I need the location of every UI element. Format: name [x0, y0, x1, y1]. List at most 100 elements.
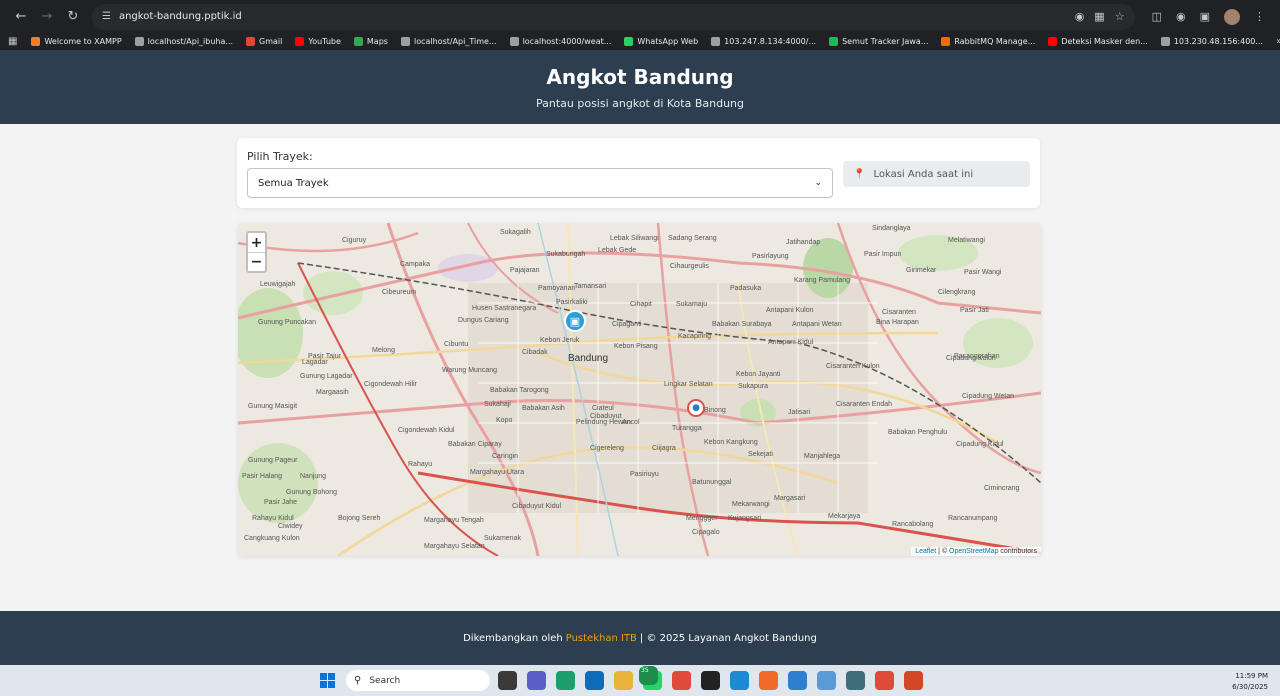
- map-place-label: Babakan Tarogong: [490, 387, 549, 394]
- site-info-icon[interactable]: ☰: [102, 11, 111, 22]
- attribution-tail: contributors: [998, 548, 1037, 555]
- bookmark-star-icon[interactable]: ☆: [1115, 10, 1125, 23]
- bookmark-item[interactable]: 103.247.8.134:4000/...: [711, 37, 816, 46]
- map-place-label: Margaasih: [316, 389, 349, 396]
- bookmark-item[interactable]: Deteksi Masker den...: [1048, 37, 1148, 46]
- teams-icon[interactable]: [527, 671, 546, 690]
- extension-globe-icon[interactable]: ◉: [1176, 10, 1186, 23]
- map-place-label: Cimincrang: [984, 485, 1020, 492]
- bookmark-favicon-icon: [400, 37, 410, 46]
- bookmark-item[interactable]: Gmail: [246, 37, 282, 46]
- terminal-icon[interactable]: [701, 671, 720, 690]
- bookmark-item[interactable]: 103.230.48.156:400...: [1160, 37, 1263, 46]
- bookmark-item[interactable]: Semut Tracker Jawa...: [829, 37, 928, 46]
- chrome-icon[interactable]: [672, 671, 691, 690]
- map-place-label: Bojong Sereh: [338, 515, 381, 522]
- map-place-label: Cipaganti: [612, 321, 642, 328]
- footer-brand-link[interactable]: Pustekhan ITB: [566, 633, 637, 644]
- translate-icon[interactable]: ▦: [1094, 10, 1104, 23]
- bookmark-item[interactable]: localhost/Api_Time...: [400, 37, 497, 46]
- bookmark-item[interactable]: Maps: [353, 37, 388, 46]
- map-place-label: Margasari: [774, 495, 806, 502]
- map-place-label: Sukabungah: [546, 251, 586, 258]
- menu-icon[interactable]: ⋮: [1254, 10, 1265, 23]
- taskbar-search-placeholder[interactable]: Search: [369, 676, 400, 686]
- chevron-down-icon[interactable]: ⌄: [814, 178, 822, 188]
- map-place-label: Binong: [704, 407, 726, 414]
- bookmark-item[interactable]: localhost/Api_ibuha...: [134, 37, 233, 46]
- notepad-icon[interactable]: [788, 671, 807, 690]
- onedrive-icon[interactable]: [817, 671, 836, 690]
- map-place-label: Pasirlayung: [752, 253, 789, 260]
- map-pin-icon: 📍: [853, 168, 866, 180]
- map-place-label: Cihaurgeulis: [670, 263, 709, 270]
- user-location-marker[interactable]: ●: [687, 399, 705, 417]
- map-place-label: Pasir Impun: [864, 251, 902, 258]
- map-place-label: Girimekar: [906, 267, 937, 274]
- map-place-label: Sukahaji: [484, 401, 511, 408]
- url-text[interactable]: angkot-bandung.pptik.id: [119, 11, 1065, 22]
- map-place-label: Cisaranten: [882, 309, 916, 316]
- postman-icon[interactable]: [759, 671, 778, 690]
- zoom-in-button[interactable]: +: [248, 233, 265, 252]
- angkot-marker[interactable]: ▣: [564, 310, 586, 332]
- outlook-icon[interactable]: [585, 671, 604, 690]
- taskbar-search[interactable]: ⚲ Search: [346, 670, 490, 691]
- whatsapp-icon[interactable]: 35: [639, 666, 662, 690]
- more-bookmarks-icon[interactable]: »: [1276, 36, 1280, 47]
- edge-icon[interactable]: [556, 671, 575, 690]
- system-clock[interactable]: 11:59 PM 6/30/2025: [1232, 671, 1268, 693]
- map-place-label: Bina Harapan: [876, 319, 919, 326]
- bookmark-label: Deteksi Masker den...: [1061, 37, 1148, 46]
- bookmark-item[interactable]: localhost:4000/weat...: [509, 37, 611, 46]
- osm-link[interactable]: OpenStreetMap: [949, 548, 998, 555]
- zoom-out-button[interactable]: −: [248, 252, 265, 271]
- route-select-value[interactable]: Semua Trayek: [258, 178, 329, 189]
- map-place-label: Babakan Penghulu: [888, 429, 948, 436]
- bookmark-item[interactable]: RabbitMQ Manage...: [941, 37, 1035, 46]
- address-bar[interactable]: ☰ angkot-bandung.pptik.id ◉ ▦ ☆: [92, 3, 1135, 30]
- map-place-label: Turangga: [672, 425, 702, 432]
- bookmark-item[interactable]: WhatsApp Web: [624, 37, 698, 46]
- forward-icon[interactable]: →: [34, 4, 60, 30]
- footer-suffix: | © 2025 Layanan Angkot Bandung: [639, 632, 817, 644]
- location-button[interactable]: 📍 Lokasi Anda saat ini: [843, 161, 1030, 187]
- split-view-icon[interactable]: ◫: [1152, 10, 1162, 23]
- map-place-label: Gunung Masigit: [248, 403, 298, 410]
- zoom-control[interactable]: + −: [246, 231, 267, 273]
- bookmark-favicon-icon: [1048, 37, 1058, 46]
- chrome-active-icon[interactable]: [875, 671, 894, 690]
- os-taskbar: ⚲ Search 35 11:59 PM 6/30/2025: [0, 665, 1280, 696]
- leaflet-link[interactable]: Leaflet: [915, 548, 936, 555]
- file-explorer-icon[interactable]: [614, 671, 633, 690]
- windows-start-icon[interactable]: [320, 673, 335, 688]
- route-select[interactable]: Semua Trayek ⌄: [247, 168, 833, 198]
- map-place-label: Ciijagra: [652, 445, 676, 452]
- map-place-label: Karang Pamulang: [794, 277, 851, 284]
- task-view-icon[interactable]: [498, 671, 517, 690]
- map-place-label: Campaka: [400, 261, 430, 268]
- powerpoint-icon[interactable]: [904, 671, 923, 690]
- profile-avatar[interactable]: [1224, 8, 1240, 25]
- photos-icon[interactable]: [846, 671, 865, 690]
- map-place-label: Kopo: [496, 417, 513, 424]
- location-permission-icon[interactable]: ◉: [1075, 10, 1085, 23]
- reload-icon[interactable]: ↻: [60, 4, 86, 30]
- map-place-label: Pasir Halang: [242, 473, 283, 480]
- back-icon[interactable]: ←: [8, 4, 34, 30]
- bookmark-item[interactable]: Welcome to XAMPP: [31, 37, 122, 46]
- map-place-label: Babakan Surabaya: [712, 321, 772, 328]
- map-place-label: Kebon Pisang: [614, 343, 658, 350]
- map-place-label: Husen Sastranegara: [472, 305, 537, 312]
- map-place-label: Antapani Kidul: [768, 339, 814, 346]
- bus-icon: ▣: [569, 314, 581, 328]
- map-place-label: Cibaduyut: [590, 413, 622, 420]
- bookmark-item[interactable]: YouTube: [295, 37, 341, 46]
- vscode-icon[interactable]: [730, 671, 749, 690]
- apps-grid-icon[interactable]: ▦: [8, 36, 17, 47]
- map-place-label: Cipadung Kidul: [956, 441, 1004, 448]
- bookmark-favicon-icon: [134, 37, 144, 46]
- map-view[interactable]: Sukagalih Lebak Siliwangi Sadang Serang Jat…: [238, 223, 1041, 556]
- taskbar-apps: 35: [498, 666, 933, 690]
- extensions-icon[interactable]: ▣: [1200, 10, 1210, 23]
